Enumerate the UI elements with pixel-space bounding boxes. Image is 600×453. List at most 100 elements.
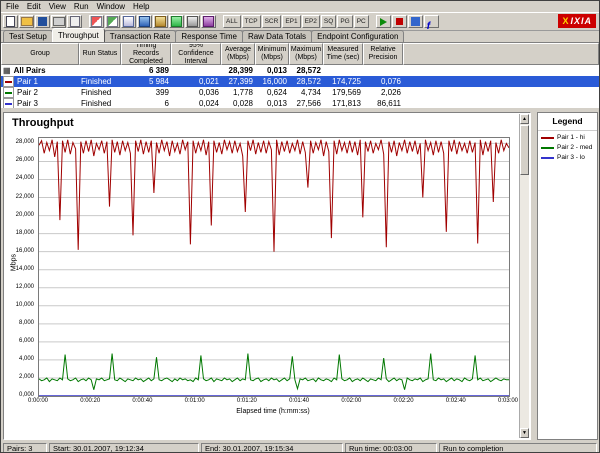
legend-label: Pair 1 - hi [557,134,585,141]
legend-entries: Pair 1 - hi Pair 2 - med Pair 3 - lo [538,131,597,161]
raw-data-chart-button[interactable] [185,15,200,28]
value-cell: 0,076 [380,77,401,86]
open-button[interactable] [19,15,34,28]
run-status-cell: Finished [81,77,112,86]
x-tick-label: 0:03:00 [497,398,519,404]
tcp-button[interactable]: TCP [241,15,261,28]
chart-panel: Throughput Mbps 0,000 2,000 4,000 6,000 8,00… [3,112,531,440]
tab-raw-data-totals[interactable]: Raw Data Totals [241,30,313,42]
column-header-95-confidence[interactable]: 95% Confidence Interval [171,43,221,65]
tab-test-setup[interactable]: Test Setup [3,30,53,42]
scr-button[interactable]: SCR [261,15,282,28]
value-cell: 0,013 [266,66,287,75]
save-button[interactable] [35,15,50,28]
menu-run[interactable]: Run [70,2,93,11]
value-cell: 399 [155,88,169,97]
x-tick-label: 0:02:40 [445,398,466,404]
group-label: Pair 2 [17,88,38,97]
all-button[interactable]: ALL [223,15,241,28]
table-row-all-pairs[interactable]: ▦ All Pairs 6 389 28,399 0,013 28,572 [1,65,599,76]
vertical-scrollbar[interactable]: ▲ ▼ [519,114,529,438]
add-group-button[interactable] [105,15,120,28]
legend-title: Legend [538,113,597,131]
toolbar-separator [83,15,88,28]
pair-2-icon [3,87,14,98]
x-tick-label: 0:00:20 [80,398,101,404]
stop-test-button[interactable] [391,15,407,28]
grid-header: Group Run Status Timing Records Completed 9… [1,43,599,65]
tab-endpoint-configuration[interactable]: Endpoint Configuration [311,30,405,42]
schedule-button[interactable] [407,15,423,28]
ixia-logo: X IXIA [558,14,596,28]
new-icon [6,16,15,27]
response-chart-button[interactable] [169,15,184,28]
x-tick-label: 0:02:20 [393,398,414,404]
scroll-down-icon[interactable]: ▼ [520,428,529,438]
column-header-maximum[interactable]: Maximum (Mbps) [289,43,323,65]
sq-button[interactable]: SQ [320,15,337,28]
y-tick-label: 14,000 [15,265,34,272]
y-tick-label: 4,000 [18,355,34,362]
menu-file[interactable]: File [2,2,23,11]
menu-window[interactable]: Window [93,2,129,11]
copy-button[interactable] [67,15,82,28]
scrollbar-thumb[interactable] [520,125,529,175]
x-axis-label: Elapsed time (h:mm:ss) [236,408,310,415]
menu-view[interactable]: View [45,2,70,11]
pc-button[interactable]: PC [353,15,369,28]
y-tick-label: 24,000 [15,175,34,182]
throughput-chart-button[interactable] [137,15,152,28]
group-cell: ▦ All Pairs [1,66,79,75]
copy-icon [69,16,80,27]
series-pair-1-hi [39,139,509,252]
throughput-chart-icon [139,16,150,27]
add-pair-button[interactable] [89,15,104,28]
ep1-button[interactable]: EP1 [282,15,301,28]
function-button[interactable] [423,15,439,28]
pg-button[interactable]: PG [337,15,353,28]
legend-item-pair-2-med: Pair 2 - med [538,141,597,151]
toolbar-separator [217,15,222,28]
run-test-button[interactable] [375,15,391,28]
table-row-pair-1[interactable]: Pair 1 Finished 5 984 0,021 27,399 16,000 28,5… [1,76,599,87]
add-pair-icon [91,16,102,27]
y-tick-label: 28,000 [15,139,34,146]
tab-transaction-rate[interactable]: Transaction Rate [103,30,177,42]
response-chart-icon [171,16,182,27]
chart-title: Throughput [12,117,74,129]
new-button[interactable] [3,15,18,28]
ep2-button[interactable]: EP2 [301,15,320,28]
transaction-chart-button[interactable] [153,15,168,28]
y-tick-label: 8,000 [18,319,34,326]
value-cell: 2,026 [380,88,401,97]
column-header-timing-records[interactable]: Timing Records Completed [121,43,171,65]
value-cell: 16,000 [262,77,287,86]
status-segment-1: Start: 30.01.2007, 19:12:34 [49,443,199,452]
column-header-measured[interactable]: Measured Time (sec) [323,43,363,65]
run-status-cell: Finished [81,88,112,97]
tab-response-time[interactable]: Response Time [175,30,243,42]
menu-help[interactable]: Help [129,2,153,11]
table-row-pair-2[interactable]: Pair 2 Finished 399 0,036 1,778 0,624 4,734 179… [1,87,599,98]
value-cell: 6 389 [148,66,169,75]
legend-swatch [541,156,554,159]
run-test-icon [379,17,387,26]
column-header-average[interactable]: Average (Mbps) [221,43,255,65]
column-header-run-status[interactable]: Run Status [79,43,121,65]
y-tick-label: 12,000 [15,283,34,290]
y-tick-label: 26,000 [15,157,34,164]
app-window: File Edit View Run Window Help X IXIA ALL TCP S… [0,0,600,453]
menu-edit[interactable]: Edit [23,2,45,11]
column-header-relative[interactable]: Relative Precision [363,43,403,65]
menu-bar: File Edit View Run Window Help [1,1,599,12]
legend-swatch [541,146,554,149]
config-button[interactable] [201,15,216,28]
tab-throughput[interactable]: Throughput [51,28,105,42]
status-bar: Pairs: 3 Start: 30.01.2007, 19:12:34 End: … [1,442,599,452]
column-header-minimum[interactable]: Minimum (Mbps) [255,43,289,65]
value-cell: 0,028 [232,99,253,108]
edit-pair-button[interactable] [121,15,136,28]
print-button[interactable] [51,15,66,28]
column-header-group[interactable]: Group [1,43,79,65]
scroll-up-icon[interactable]: ▲ [520,114,529,124]
